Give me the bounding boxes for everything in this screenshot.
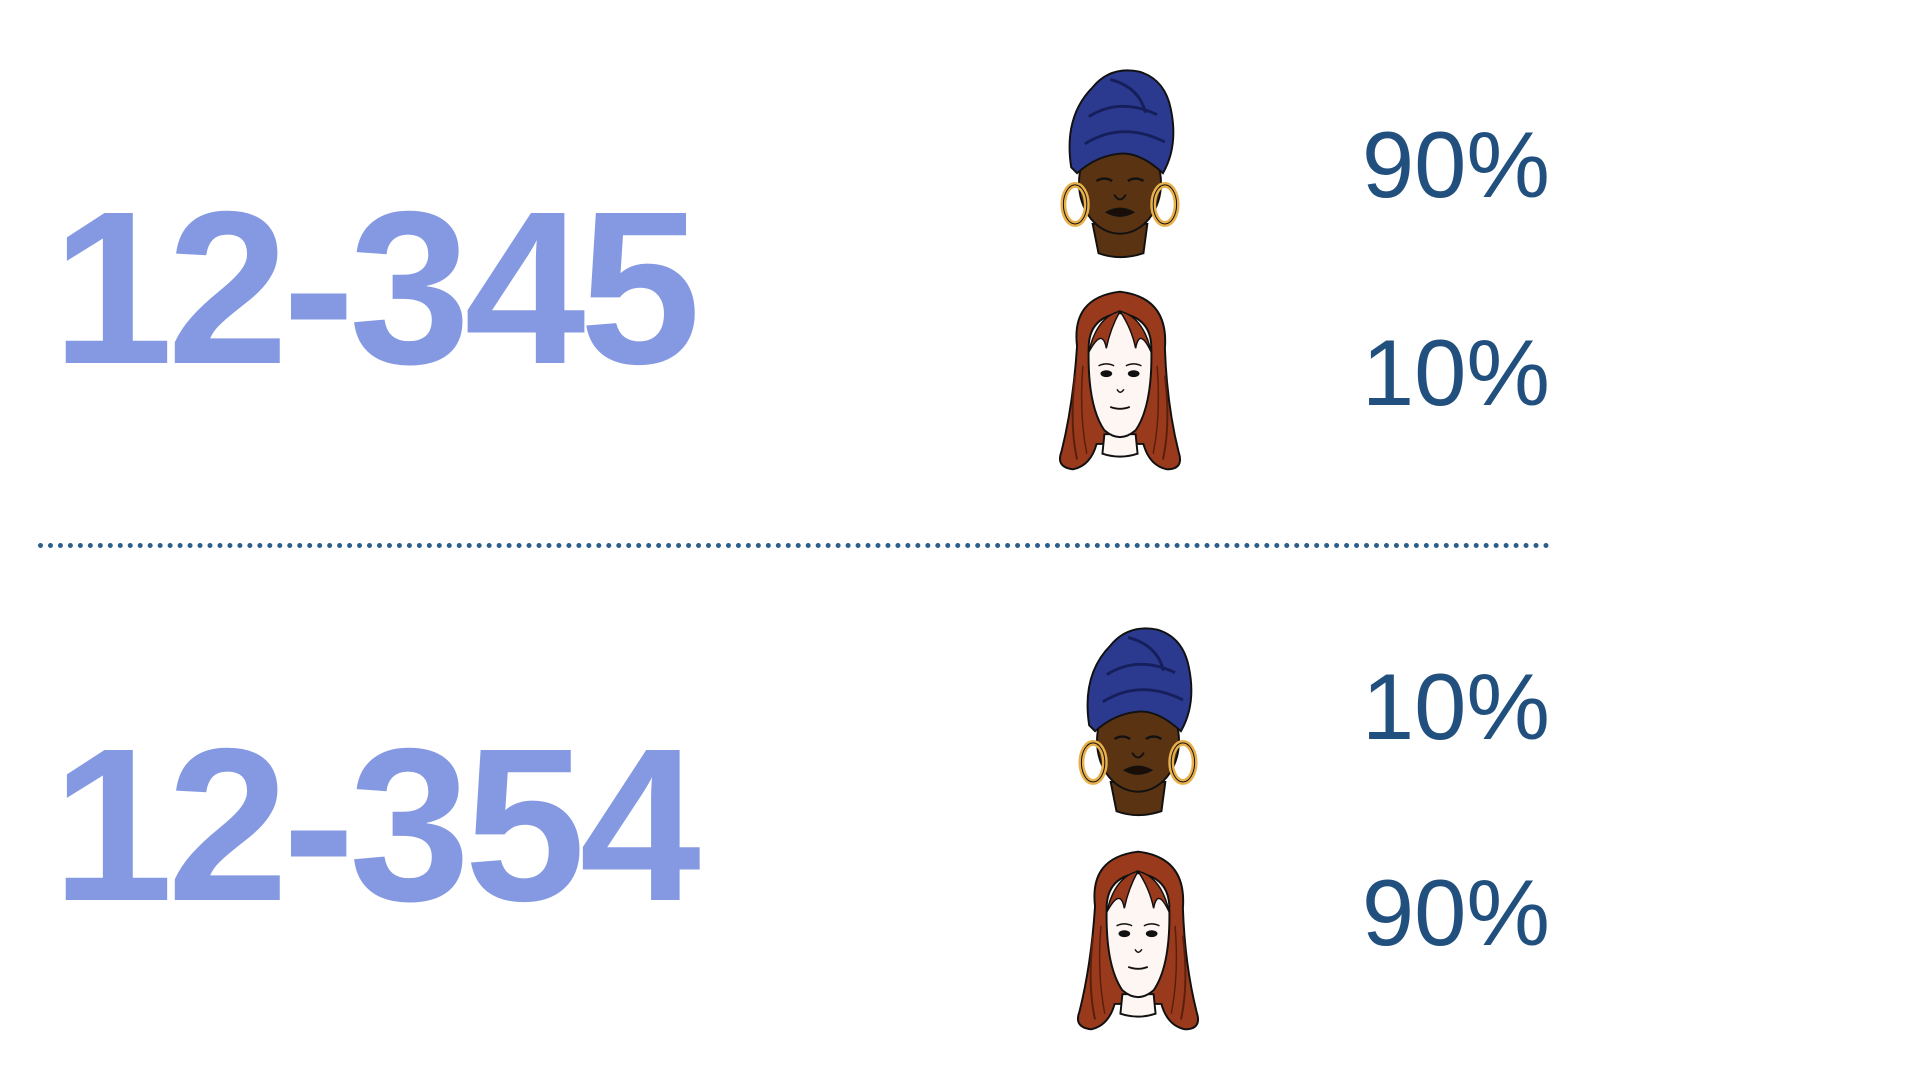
turban-woman-face-icon xyxy=(1058,616,1218,821)
red-haired-woman-face-icon xyxy=(1040,278,1200,483)
code-label: 12-345 xyxy=(52,167,701,410)
code-label: 12-354 xyxy=(52,704,701,947)
percent-label: 10% xyxy=(1361,654,1550,759)
percent-label: 90% xyxy=(1361,860,1550,965)
percent-label: 10% xyxy=(1361,320,1550,425)
percent-label: 90% xyxy=(1361,112,1550,217)
red-haired-woman-face-icon xyxy=(1058,838,1218,1043)
divider xyxy=(38,543,1550,548)
turban-woman-face-icon xyxy=(1040,58,1200,263)
